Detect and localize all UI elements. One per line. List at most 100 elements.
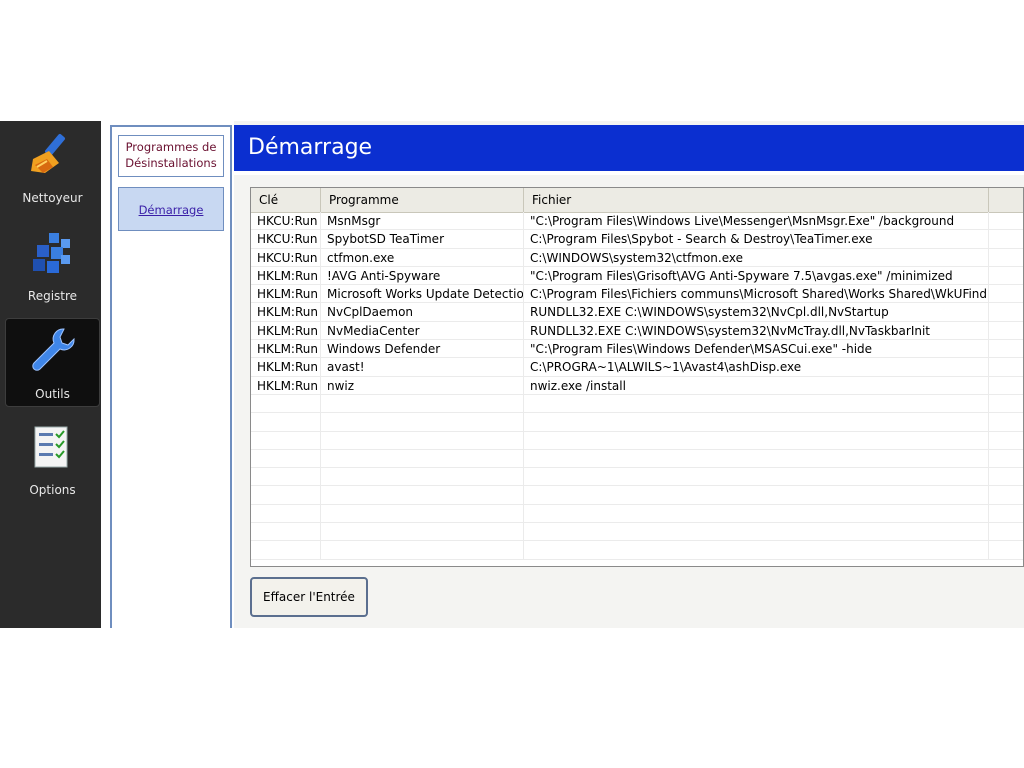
column-header-programme[interactable]: Programme bbox=[321, 188, 524, 212]
cell-programme: nwiz bbox=[321, 376, 524, 395]
table-body: HKCU:Run MsnMsgr "C:\Program Files\Windows… bbox=[251, 212, 1023, 560]
cell-fichier: "C:\Program Files\Windows Live\Messenger… bbox=[524, 212, 989, 230]
table-row[interactable]: HKLM:Run Windows Defender "C:\Program File… bbox=[251, 340, 1023, 359]
sidebar-item-label: Nettoyeur bbox=[22, 191, 83, 205]
table-row bbox=[251, 449, 1023, 469]
delete-entry-button[interactable]: Effacer l'Entrée bbox=[250, 577, 368, 617]
cell-cle: HKCU:Run bbox=[251, 212, 321, 230]
cell-cle bbox=[251, 486, 321, 505]
cell-extra bbox=[989, 468, 1023, 486]
page-title: Démarrage bbox=[234, 125, 1024, 171]
cell-programme bbox=[321, 449, 524, 468]
cell-cle: HKLM:Run bbox=[251, 303, 321, 322]
cell-programme: NvCplDaemon bbox=[321, 303, 524, 322]
cell-cle: HKLM:Run bbox=[251, 340, 321, 359]
cell-extra bbox=[989, 267, 1023, 285]
registry-cubes-icon bbox=[27, 227, 77, 277]
table-row[interactable]: HKCU:Run SpybotSD TeaTimer C:\Program File… bbox=[251, 230, 1023, 249]
cell-fichier: RUNDLL32.EXE C:\WINDOWS\system32\NvCpl.d… bbox=[524, 303, 989, 322]
cell-programme: NvMediaCenter bbox=[321, 321, 524, 340]
cell-extra bbox=[989, 322, 1023, 340]
cell-programme: Windows Defender bbox=[321, 340, 524, 359]
broom-icon bbox=[27, 129, 77, 179]
sidebar-item-options[interactable]: Options bbox=[5, 415, 100, 504]
cell-cle: HKLM:Run bbox=[251, 285, 321, 304]
column-header-empty bbox=[989, 188, 1023, 212]
sidebar-item-label: Outils bbox=[35, 387, 70, 401]
cell-extra bbox=[989, 212, 1023, 230]
cell-cle: HKCU:Run bbox=[251, 230, 321, 249]
cell-fichier bbox=[524, 523, 989, 542]
cell-programme: MsnMsgr bbox=[321, 212, 524, 230]
cell-extra bbox=[989, 230, 1023, 248]
sidebar-item-outils[interactable]: Outils bbox=[5, 318, 100, 407]
table-row[interactable]: HKCU:Run ctfmon.exe C:\WINDOWS\system32\ct… bbox=[251, 248, 1023, 267]
column-header-fichier[interactable]: Fichier bbox=[524, 188, 989, 212]
checklist-icon bbox=[27, 421, 77, 471]
table-row[interactable]: HKLM:Run NvCplDaemon RUNDLL32.EXE C:\WINDO… bbox=[251, 303, 1023, 322]
table-row[interactable]: HKLM:Run avast! C:\PROGRA~1\ALWILS~1\Avast… bbox=[251, 358, 1023, 377]
sidebar-item-registre[interactable]: Registre bbox=[5, 221, 100, 310]
cell-fichier: "C:\Program Files\Grisoft\AVG Anti-Spywa… bbox=[524, 266, 989, 285]
wrench-icon bbox=[28, 325, 78, 375]
cell-cle bbox=[251, 413, 321, 432]
table-row[interactable]: HKLM:Run !AVG Anti-Spyware "C:\Program Fil… bbox=[251, 266, 1023, 286]
cell-fichier bbox=[524, 394, 989, 413]
cell-fichier bbox=[524, 449, 989, 468]
cell-cle: HKLM:Run bbox=[251, 376, 321, 395]
cell-programme bbox=[321, 431, 524, 450]
cell-extra bbox=[989, 249, 1023, 267]
cell-fichier: C:\PROGRA~1\ALWILS~1\Avast4\ashDisp.exe bbox=[524, 358, 989, 377]
cell-fichier bbox=[524, 431, 989, 450]
table-row bbox=[251, 523, 1023, 542]
cell-fichier: RUNDLL32.EXE C:\WINDOWS\system32\NvMcTra… bbox=[524, 321, 989, 340]
cell-fichier bbox=[524, 468, 989, 487]
table-row[interactable]: HKLM:Run nwiz nwiz.exe /install bbox=[251, 376, 1023, 395]
cell-programme: SpybotSD TeaTimer bbox=[321, 230, 524, 249]
table-row bbox=[251, 504, 1023, 524]
subnav-item-programmes[interactable]: Programmes de Désinstallations bbox=[118, 135, 224, 177]
sidebar-item-label: Options bbox=[29, 483, 76, 497]
cell-cle bbox=[251, 394, 321, 413]
cell-cle bbox=[251, 468, 321, 487]
cell-extra bbox=[989, 523, 1023, 541]
cell-extra bbox=[989, 450, 1023, 468]
sidebar-item-nettoyeur[interactable]: Nettoyeur bbox=[5, 123, 100, 212]
cell-fichier bbox=[524, 541, 989, 560]
table-row bbox=[251, 413, 1023, 432]
table-row[interactable]: HKLM:Run NvMediaCenter RUNDLL32.EXE C:\WIN… bbox=[251, 321, 1023, 341]
divider bbox=[101, 121, 110, 628]
cell-fichier: "C:\Program Files\Windows Defender\MSASC… bbox=[524, 340, 989, 359]
cell-cle: HKLM:Run bbox=[251, 358, 321, 377]
main-sidebar: Nettoyeur Registre Outils Options bbox=[0, 121, 101, 628]
cell-extra bbox=[989, 285, 1023, 303]
cell-extra bbox=[989, 486, 1023, 504]
cell-extra bbox=[989, 541, 1023, 559]
table-row[interactable]: HKCU:Run MsnMsgr "C:\Program Files\Windows… bbox=[251, 212, 1023, 231]
cell-fichier: C:\Program Files\Fichiers communs\Micros… bbox=[524, 285, 989, 304]
table-row bbox=[251, 394, 1023, 414]
cell-extra bbox=[989, 340, 1023, 358]
column-header-cle[interactable]: Clé bbox=[251, 188, 321, 212]
cell-fichier bbox=[524, 486, 989, 505]
cell-extra bbox=[989, 395, 1023, 413]
table-row[interactable]: HKLM:Run Microsoft Works Update Detection… bbox=[251, 285, 1023, 304]
cell-programme bbox=[321, 468, 524, 487]
startup-table: Clé Programme Fichier HKCU:Run MsnMsgr "C:… bbox=[250, 187, 1024, 567]
subnav-item-demarrage[interactable]: Démarrage bbox=[118, 187, 224, 231]
table-header: Clé Programme Fichier bbox=[251, 188, 1023, 213]
cell-extra bbox=[989, 432, 1023, 450]
cell-fichier: nwiz.exe /install bbox=[524, 376, 989, 395]
cell-cle: HKLM:Run bbox=[251, 321, 321, 340]
cell-cle: HKCU:Run bbox=[251, 248, 321, 267]
main-panel: Démarrage Clé Programme Fichier HKCU:Run… bbox=[234, 121, 1024, 628]
cell-fichier: C:\Program Files\Spybot - Search & Destr… bbox=[524, 230, 989, 249]
cell-cle bbox=[251, 449, 321, 468]
title-separator bbox=[234, 171, 1024, 175]
cell-cle bbox=[251, 523, 321, 542]
cell-extra bbox=[989, 303, 1023, 321]
table-row bbox=[251, 431, 1023, 450]
cell-cle bbox=[251, 541, 321, 560]
cell-extra bbox=[989, 413, 1023, 431]
cell-extra bbox=[989, 377, 1023, 395]
